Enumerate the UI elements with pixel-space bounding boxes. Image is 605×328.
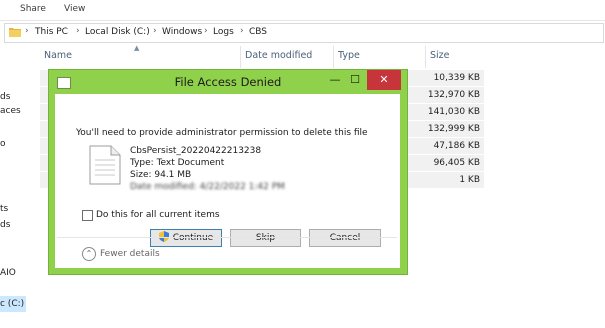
file-access-denied-dialog: File Access Denied — ☐ ✕ You'll need to … [48,69,408,275]
nav-item[interactable]: aces [0,106,21,116]
file-type: Type: Text Document [130,158,225,168]
fewer-details-chevron-icon[interactable]: ⌃ [82,247,96,261]
nav-item-local-disk[interactable]: c (C:) [0,299,24,309]
nav-item[interactable]: ts [0,204,8,214]
file-size: 132,999 KB [427,124,480,134]
minimize-button[interactable]: — [325,70,345,90]
column-divider[interactable] [240,46,241,68]
file-size: 10,339 KB [433,73,480,83]
maximize-button[interactable]: ☐ [345,70,365,90]
ribbon: Share View [0,0,605,21]
close-button[interactable]: ✕ [367,70,401,90]
skip-button[interactable]: Skip [230,229,301,247]
breadcrumb-separator[interactable]: › [204,26,208,36]
breadcrumb-windows[interactable]: Windows [162,27,202,37]
nav-item[interactable]: ds [0,92,10,102]
nav-item[interactable]: ds [0,220,10,230]
fewer-details-link[interactable]: Fewer details [100,249,160,259]
folder-icon [9,28,21,37]
address-bar[interactable]: › This PC › Local Disk (C:) › Windows › … [4,23,604,43]
breadcrumb-this-pc[interactable]: This PC [35,27,68,37]
breadcrumb-cbs[interactable]: CBS [249,27,267,37]
tab-share[interactable]: Share [20,4,46,14]
breadcrumb-separator: › [25,26,29,36]
breadcrumb-separator[interactable]: › [76,26,80,36]
file-size: 141,030 KB [427,107,480,117]
file-name: CbsPersist_20220422213238 [130,146,262,156]
tab-view[interactable]: View [64,4,85,14]
column-header-name[interactable]: Name [44,50,72,61]
file-size: 47,186 KB [433,141,480,151]
continue-button[interactable]: Continue [150,229,222,247]
apply-to-all-label[interactable]: Do this for all current items [96,210,220,220]
breadcrumb-separator[interactable]: › [153,26,157,36]
nav-item[interactable]: AIO [0,268,16,278]
file-size: 132,970 KB [427,90,480,100]
cancel-button[interactable]: Cancel [309,229,381,247]
dialog-divider [57,237,397,238]
column-header-size[interactable]: Size [430,50,450,61]
breadcrumb-local-disk[interactable]: Local Disk (C:) [85,27,150,37]
file-size: 1 KB [459,175,480,185]
column-divider[interactable] [425,46,426,68]
text-document-icon [89,145,121,185]
nav-item[interactable]: o [0,139,6,149]
column-header-date[interactable]: Date modified [245,50,312,61]
dialog-body: You'll need to provide administrator per… [55,94,400,268]
breadcrumb-logs[interactable]: Logs [213,27,234,37]
breadcrumb-separator[interactable]: › [240,26,244,36]
column-header-type[interactable]: Type [338,50,360,61]
apply-to-all-checkbox[interactable] [82,210,93,221]
continue-label: Continue [172,233,214,243]
sort-ascending-icon: ▲ [134,44,140,52]
column-divider[interactable] [333,46,334,68]
file-size: 96,405 KB [433,158,480,168]
file-date-modified: Date modified: 4/22/2022 1:42 PM [130,182,285,192]
file-size: Size: 94.1 MB [130,170,192,180]
dialog-message: You'll need to provide administrator per… [76,128,368,138]
